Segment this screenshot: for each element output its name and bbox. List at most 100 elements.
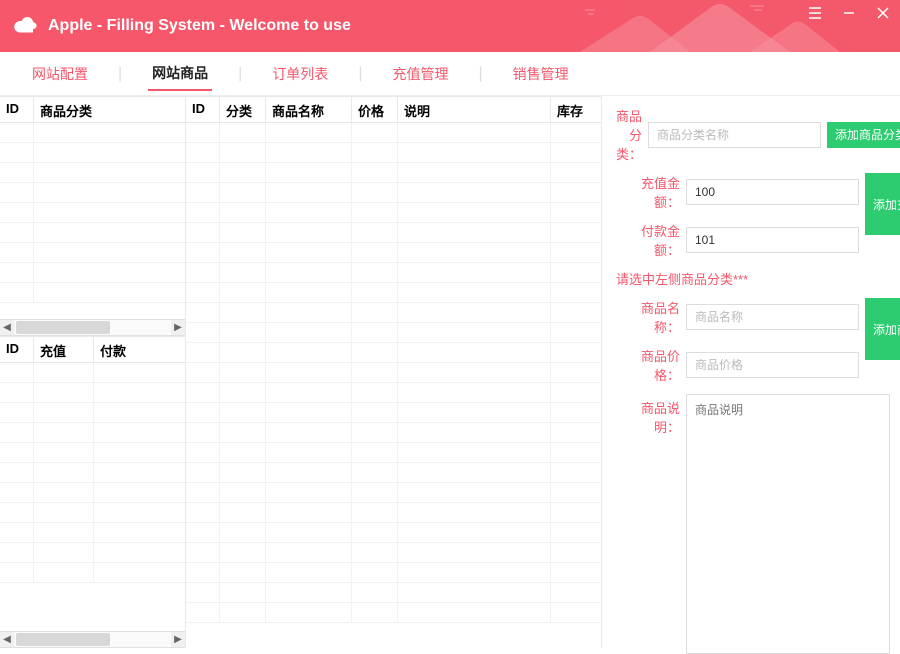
category-rows[interactable] — [0, 123, 185, 319]
add-recharge-button[interactable]: 添加充值列表 — [865, 173, 900, 235]
col-id[interactable]: ID — [0, 97, 34, 122]
table-row[interactable] — [0, 503, 185, 523]
table-row[interactable] — [0, 423, 185, 443]
table-row[interactable] — [186, 363, 601, 383]
hscrollbar[interactable]: ◀ ▶ — [0, 631, 185, 648]
table-row[interactable] — [186, 463, 601, 483]
product-desc-textarea[interactable] — [686, 394, 890, 654]
tab-site-config[interactable]: 网站配置 — [28, 58, 92, 90]
table-row[interactable] — [0, 123, 185, 143]
table-row[interactable] — [186, 123, 601, 143]
table-row[interactable] — [0, 443, 185, 463]
table-row[interactable] — [186, 243, 601, 263]
col-pay[interactable]: 付款 — [94, 337, 185, 362]
table-row[interactable] — [186, 343, 601, 363]
table-row[interactable] — [186, 403, 601, 423]
col-category[interactable]: 分类 — [220, 97, 266, 122]
table-row[interactable] — [186, 383, 601, 403]
table-row[interactable] — [0, 223, 185, 243]
table-row[interactable] — [186, 263, 601, 283]
col-id[interactable]: ID — [186, 97, 220, 122]
app-title: Apple - Filling System - Welcome to use — [48, 17, 351, 35]
recharge-rows[interactable] — [0, 363, 185, 631]
table-row[interactable] — [186, 503, 601, 523]
nav-tabs: 网站配置 | 网站商品 | 订单列表 | 充值管理 | 销售管理 — [0, 52, 900, 96]
table-row[interactable] — [186, 303, 601, 323]
scroll-thumb[interactable] — [16, 321, 110, 334]
tab-site-products[interactable]: 网站商品 — [148, 57, 212, 91]
table-row[interactable] — [186, 443, 601, 463]
table-row[interactable] — [186, 183, 601, 203]
menu-icon[interactable] — [798, 0, 832, 26]
table-row[interactable] — [186, 603, 601, 623]
table-row[interactable] — [0, 263, 185, 283]
product-price-input[interactable] — [686, 352, 859, 378]
table-row[interactable] — [0, 183, 185, 203]
col-category-name[interactable]: 商品分类 — [34, 97, 185, 122]
category-form-row: 商品分类： 添加商品分类 — [616, 106, 890, 163]
table-row[interactable] — [0, 543, 185, 563]
col-recharge[interactable]: 充值 — [34, 337, 94, 362]
table-row[interactable] — [186, 583, 601, 603]
table-row[interactable] — [0, 563, 185, 583]
recharge-amount-label: 充值金额： — [616, 173, 680, 211]
minimize-button[interactable] — [832, 0, 866, 26]
table-row[interactable] — [186, 143, 601, 163]
tab-order-list[interactable]: 订单列表 — [268, 58, 332, 90]
category-input[interactable] — [648, 122, 821, 148]
scroll-right-icon[interactable]: ▶ — [171, 320, 185, 335]
scroll-track[interactable] — [14, 320, 171, 335]
hscrollbar[interactable]: ◀ ▶ — [0, 319, 185, 336]
recharge-grid-header: ID 充值 付款 — [0, 337, 185, 363]
col-price[interactable]: 价格 — [352, 97, 398, 122]
scroll-right-icon[interactable]: ▶ — [171, 632, 185, 647]
col-desc[interactable]: 说明 — [398, 97, 551, 122]
table-row[interactable] — [186, 283, 601, 303]
table-row[interactable] — [0, 243, 185, 263]
pay-amount-input[interactable] — [686, 227, 859, 253]
col-product-name[interactable]: 商品名称 — [266, 97, 352, 122]
tab-recharge-mgmt[interactable]: 充值管理 — [388, 58, 452, 90]
table-row[interactable] — [186, 483, 601, 503]
table-row[interactable] — [186, 423, 601, 443]
tab-separator: | — [238, 65, 242, 83]
scroll-track[interactable] — [14, 632, 171, 647]
pay-amount-label: 付款金额： — [616, 221, 680, 259]
table-row[interactable] — [186, 323, 601, 343]
table-row[interactable] — [186, 563, 601, 583]
add-category-button[interactable]: 添加商品分类 — [827, 122, 900, 148]
table-row[interactable] — [186, 223, 601, 243]
table-row[interactable] — [0, 143, 185, 163]
add-product-button[interactable]: 添加商品名称 — [865, 298, 900, 360]
table-row[interactable] — [186, 203, 601, 223]
table-row[interactable] — [0, 403, 185, 423]
table-row[interactable] — [0, 283, 185, 303]
table-row[interactable] — [0, 483, 185, 503]
product-name-input[interactable] — [686, 304, 859, 330]
scroll-left-icon[interactable]: ◀ — [0, 320, 14, 335]
table-row[interactable] — [0, 363, 185, 383]
scroll-thumb[interactable] — [16, 633, 110, 646]
scroll-left-icon[interactable]: ◀ — [0, 632, 14, 647]
tab-separator: | — [478, 65, 482, 83]
product-grid-header: ID 分类 商品名称 价格 说明 库存 — [186, 97, 601, 123]
product-rows[interactable] — [186, 123, 601, 648]
table-row[interactable] — [0, 163, 185, 183]
table-row[interactable] — [186, 523, 601, 543]
table-row[interactable] — [0, 463, 185, 483]
table-row[interactable] — [186, 543, 601, 563]
col-stock[interactable]: 库存 — [551, 97, 601, 122]
recharge-form-group: 充值金额： 付款金额： 添加充值列表 — [616, 173, 890, 259]
content: ID 商品分类 ◀ ▶ ID 充值 付款 ◀ ▶ — [0, 96, 900, 648]
close-button[interactable] — [866, 0, 900, 26]
product-grid: ID 分类 商品名称 价格 说明 库存 — [186, 96, 601, 648]
table-row[interactable] — [0, 203, 185, 223]
recharge-amount-input[interactable] — [686, 179, 859, 205]
window-controls — [798, 0, 900, 26]
product-form-group: 商品名称： 商品价格： 添加商品名称 — [616, 298, 890, 384]
table-row[interactable] — [0, 523, 185, 543]
table-row[interactable] — [0, 383, 185, 403]
tab-sales-mgmt[interactable]: 销售管理 — [509, 58, 573, 90]
table-row[interactable] — [186, 163, 601, 183]
col-id[interactable]: ID — [0, 337, 34, 362]
